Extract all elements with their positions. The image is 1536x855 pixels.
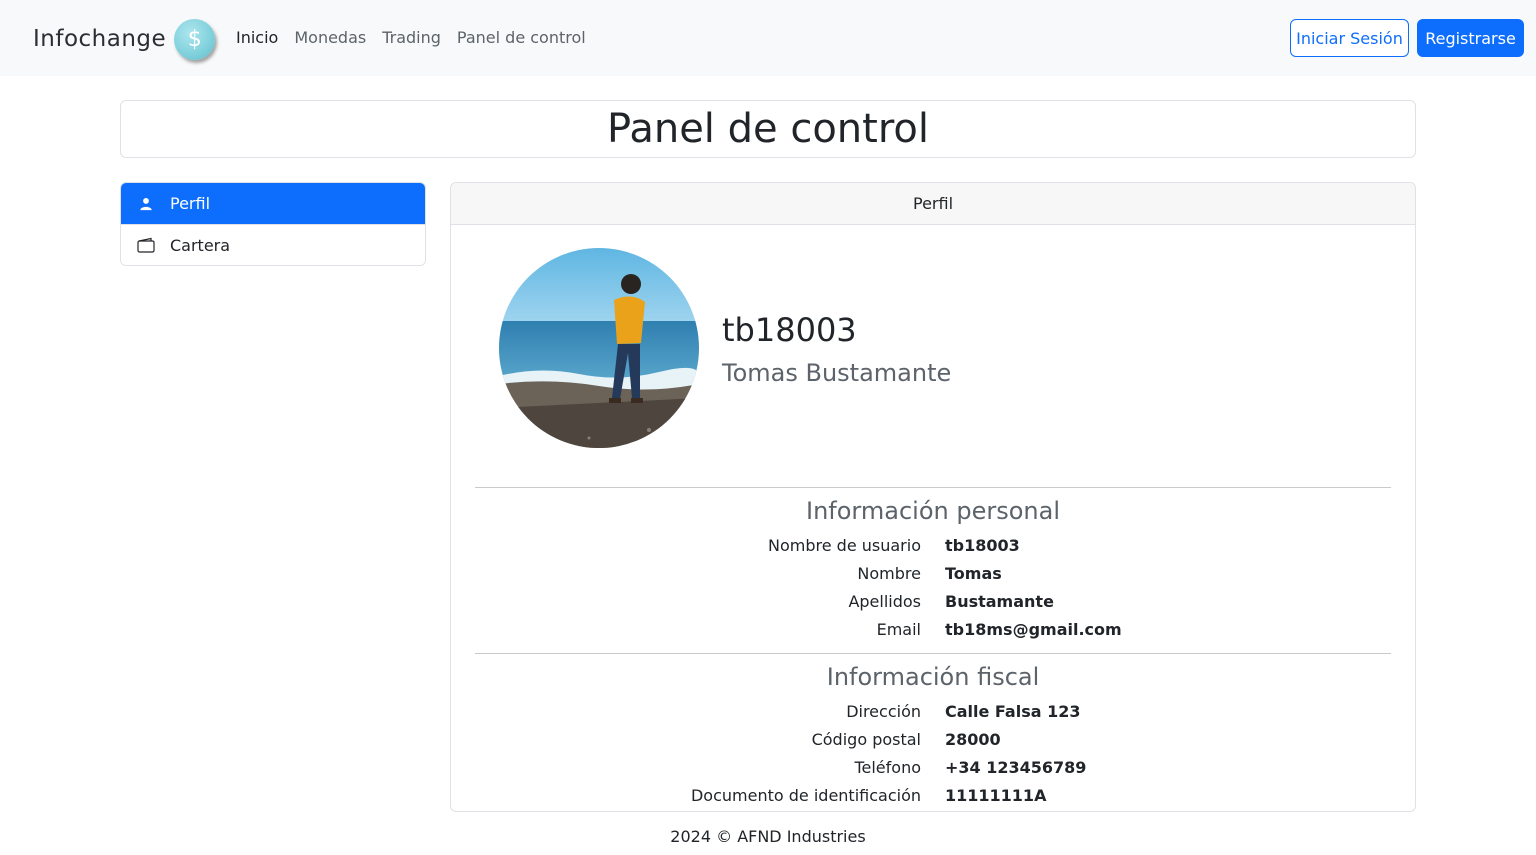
info-value: 28000 bbox=[945, 730, 1001, 749]
top-navbar: Infochange $ Inicio Monedas Trading Pane… bbox=[0, 0, 1536, 76]
nav-links: Inicio Monedas Trading Panel de control bbox=[236, 28, 586, 48]
nav-link-trading[interactable]: Trading bbox=[382, 28, 441, 48]
fiscal-info-title: Información fiscal bbox=[826, 663, 1040, 691]
info-label: Apellidos bbox=[848, 592, 921, 611]
info-label: Código postal bbox=[811, 730, 921, 749]
divider bbox=[475, 487, 1391, 488]
info-value: tb18003 bbox=[945, 536, 1020, 555]
brand-name: Infochange bbox=[33, 26, 167, 52]
profile-card: Perfil tb18003 Tomas Bustamante Informac… bbox=[450, 182, 1416, 812]
info-value: Bustamante bbox=[945, 592, 1054, 611]
dollar-coin-icon: $ bbox=[174, 18, 216, 60]
nav-link-inicio[interactable]: Inicio bbox=[236, 28, 278, 48]
info-value: tb18ms@gmail.com bbox=[945, 620, 1122, 639]
sidebar-item-perfil[interactable]: Perfil bbox=[121, 183, 425, 224]
info-row-codigo-postal: Código postal 28000 bbox=[451, 728, 1415, 752]
info-row-documento: Documento de identificación 11111111A bbox=[451, 784, 1415, 808]
info-value: 11111111A bbox=[945, 786, 1047, 805]
page-title-card: Panel de control bbox=[120, 100, 1416, 158]
divider bbox=[475, 653, 1391, 654]
wallet-icon bbox=[137, 236, 155, 254]
sidebar-item-label: Perfil bbox=[170, 194, 211, 213]
info-row-apellidos: Apellidos Bustamante bbox=[451, 590, 1415, 614]
avatar bbox=[499, 248, 699, 448]
info-label: Dirección bbox=[846, 702, 921, 721]
sidebar-item-cartera[interactable]: Cartera bbox=[121, 224, 425, 265]
info-value: Calle Falsa 123 bbox=[945, 702, 1081, 721]
page-title: Panel de control bbox=[607, 106, 929, 152]
login-button[interactable]: Iniciar Sesión bbox=[1290, 19, 1409, 57]
info-row-nombre: Nombre Tomas bbox=[451, 562, 1415, 586]
footer: 2024 © AFND Industries bbox=[670, 827, 866, 846]
info-row-email: Email tb18ms@gmail.com bbox=[451, 618, 1415, 642]
info-label: Teléfono bbox=[854, 758, 921, 777]
brand-link[interactable]: Infochange $ bbox=[33, 18, 216, 60]
profile-card-header: Perfil bbox=[451, 183, 1415, 225]
info-label: Nombre de usuario bbox=[768, 536, 921, 555]
profile-fullname: Tomas Bustamante bbox=[722, 359, 952, 387]
info-row-username: Nombre de usuario tb18003 bbox=[451, 534, 1415, 558]
person-icon bbox=[137, 195, 155, 213]
info-label: Documento de identificación bbox=[690, 786, 921, 805]
info-value: Tomas bbox=[945, 564, 1002, 583]
sidebar-item-label: Cartera bbox=[170, 235, 231, 255]
profile-username: tb18003 bbox=[722, 311, 857, 349]
info-row-direccion: Dirección Calle Falsa 123 bbox=[451, 700, 1415, 724]
nav-link-monedas[interactable]: Monedas bbox=[294, 28, 366, 48]
register-button[interactable]: Registrarse bbox=[1417, 19, 1524, 57]
info-label: Nombre bbox=[857, 564, 921, 583]
personal-info-title: Información personal bbox=[806, 497, 1060, 525]
nav-link-panel-de-control[interactable]: Panel de control bbox=[457, 28, 586, 48]
info-label: Email bbox=[876, 620, 921, 639]
sidebar-menu: Perfil Cartera bbox=[120, 182, 426, 266]
info-value: +34 123456789 bbox=[945, 758, 1087, 777]
info-row-telefono: Teléfono +34 123456789 bbox=[451, 756, 1415, 780]
